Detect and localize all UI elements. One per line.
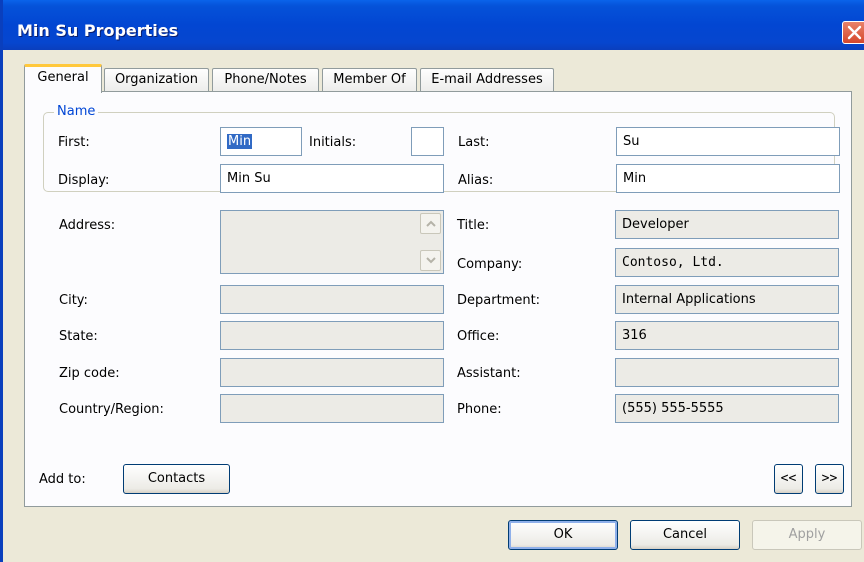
previous-button[interactable]: <<	[774, 464, 803, 494]
name-groupbox: Name First: Min Initials: Last: Su Displ…	[43, 104, 840, 193]
phone-label: Phone:	[457, 402, 502, 417]
first-name-field[interactable]: Min	[220, 127, 302, 156]
title-label: Title:	[457, 218, 490, 233]
display-name-label: Display:	[58, 173, 110, 188]
first-name-selection: Min	[227, 134, 253, 149]
phone-field[interactable]: (555) 555-5555	[615, 394, 839, 423]
tab-organization[interactable]: Organization	[104, 68, 209, 92]
department-label: Department:	[457, 293, 541, 308]
office-field[interactable]: 316	[615, 321, 839, 350]
department-field[interactable]: Internal Applications	[615, 285, 839, 314]
tab-label: Organization	[114, 72, 199, 87]
name-group-legend: Name	[54, 104, 99, 120]
scroll-up-button[interactable]	[420, 213, 441, 234]
zip-code-label: Zip code:	[59, 366, 120, 381]
last-name-field[interactable]: Su	[616, 127, 840, 156]
next-button[interactable]: >>	[815, 464, 844, 494]
first-name-label: First:	[58, 135, 90, 150]
initials-field[interactable]	[411, 127, 444, 156]
ok-button[interactable]: OK	[508, 520, 618, 550]
window-title: Min Su Properties	[17, 21, 179, 40]
scroll-down-button[interactable]	[420, 250, 441, 271]
last-name-label: Last:	[458, 135, 490, 150]
contacts-button[interactable]: Contacts	[123, 464, 230, 494]
zip-code-field[interactable]	[220, 358, 444, 387]
office-label: Office:	[457, 329, 500, 344]
state-label: State:	[59, 329, 98, 344]
address-textarea[interactable]	[220, 210, 444, 274]
alias-field[interactable]: Min	[616, 164, 840, 193]
close-button[interactable]	[842, 21, 864, 44]
address-scrollbar[interactable]	[420, 213, 441, 271]
properties-dialog: Min Su Properties General Organization P…	[0, 0, 864, 562]
assistant-field[interactable]	[615, 358, 839, 387]
tab-phone-notes[interactable]: Phone/Notes	[212, 68, 319, 92]
alias-label: Alias:	[458, 173, 494, 188]
company-label: Company:	[457, 257, 523, 272]
company-field[interactable]: Contoso, Ltd.	[615, 248, 839, 277]
title-bar[interactable]: Min Su Properties	[3, 0, 864, 50]
tab-general[interactable]: General	[24, 64, 102, 93]
display-name-field[interactable]: Min Su	[220, 164, 444, 193]
assistant-label: Assistant:	[457, 366, 521, 381]
tab-member-of[interactable]: Member Of	[322, 68, 417, 92]
city-label: City:	[59, 293, 88, 308]
add-to-label: Add to:	[39, 472, 86, 487]
tab-label: General	[37, 70, 89, 85]
tab-email-addresses[interactable]: E-mail Addresses	[420, 68, 554, 92]
tab-label: Phone/Notes	[224, 72, 307, 87]
tab-label: Member Of	[333, 72, 406, 87]
state-field[interactable]	[220, 321, 444, 350]
title-field[interactable]: Developer	[615, 210, 839, 239]
tab-label: E-mail Addresses	[431, 72, 543, 87]
city-field[interactable]	[220, 285, 444, 314]
address-label: Address:	[59, 218, 116, 233]
cancel-button[interactable]: Cancel	[630, 520, 740, 550]
general-tab-panel: Name First: Min Initials: Last: Su Displ…	[24, 91, 852, 507]
country-region-field[interactable]	[220, 394, 444, 423]
initials-label: Initials:	[309, 135, 357, 150]
country-region-label: Country/Region:	[59, 402, 164, 417]
apply-button[interactable]: Apply	[752, 520, 862, 550]
